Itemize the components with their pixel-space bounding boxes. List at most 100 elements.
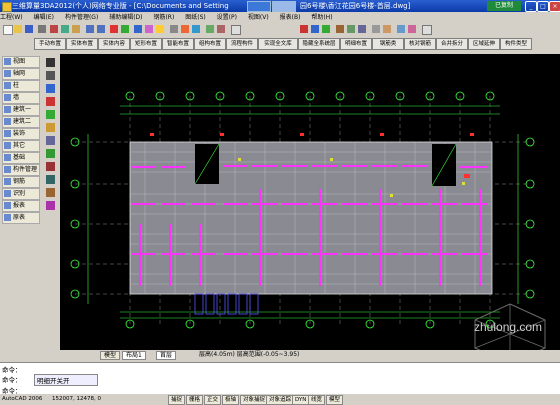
paste-icon[interactable]	[72, 25, 80, 33]
nav-item-foundation[interactable]: 基础	[2, 152, 40, 164]
slab-icon[interactable]	[383, 25, 391, 33]
full-library-button[interactable]: 实现全文库	[258, 38, 298, 50]
nav-item-column[interactable]: 柱	[2, 80, 40, 92]
snap-toggle[interactable]: 捕捉	[168, 395, 186, 405]
properties-icon[interactable]	[145, 25, 153, 33]
blue-marker-icon[interactable]	[311, 25, 319, 33]
menu-item-view[interactable]: 视图(V)	[248, 12, 269, 23]
column-icon[interactable]	[358, 25, 366, 33]
menu-item-drawing[interactable]: 图纸(S)	[185, 12, 206, 23]
nav-item-recognize[interactable]: 识别	[2, 188, 40, 200]
hatch-tool-icon[interactable]	[46, 175, 55, 184]
lineweight-toggle[interactable]: 线宽	[308, 395, 326, 405]
open-folder-icon[interactable]	[14, 25, 22, 33]
layer-dropdown-icon[interactable]	[422, 25, 432, 35]
pan-icon[interactable]	[121, 25, 129, 33]
maximize-icon[interactable]: □	[537, 1, 549, 12]
window-icon[interactable]	[397, 25, 405, 33]
component-type-button[interactable]: 构件类型	[500, 38, 532, 50]
circle-tool-icon[interactable]	[46, 110, 55, 119]
polyline-tool-icon[interactable]	[46, 71, 55, 80]
undo-icon[interactable]	[86, 25, 94, 33]
nav-item-decoration[interactable]: 装饰	[2, 128, 40, 140]
green-marker-icon[interactable]	[322, 25, 330, 33]
layer-icon[interactable]	[134, 25, 142, 33]
command-window[interactable]: 命令： 命令： 明细开关开 命令：	[0, 362, 560, 395]
drawing-canvas[interactable]: zhulong.com	[60, 54, 560, 350]
taskbar-thumb-2[interactable]	[272, 1, 296, 12]
report-icon[interactable]	[217, 25, 225, 33]
light-icon[interactable]	[156, 25, 164, 33]
nav-item-report[interactable]: 报表	[2, 200, 40, 212]
nav-item-source-table[interactable]: 原表	[2, 212, 40, 224]
smart-place-button[interactable]: 智能布置	[162, 38, 194, 50]
menu-item-edit[interactable]: 编辑(E)	[34, 12, 54, 23]
save-icon[interactable]	[25, 25, 33, 33]
polar-toggle[interactable]: 极轴	[222, 395, 240, 405]
new-file-icon[interactable]	[3, 25, 13, 35]
nav-item-other[interactable]: 其它	[2, 140, 40, 152]
check-icon[interactable]	[206, 25, 214, 33]
line-tool-icon[interactable]	[46, 58, 55, 67]
otrack-toggle[interactable]: 对象追踪	[266, 395, 295, 405]
door-icon[interactable]	[408, 25, 416, 33]
menu-item-rebar[interactable]: 钢筋(R)	[153, 12, 174, 23]
menu-item-component[interactable]: 构件管理(G)	[65, 12, 98, 23]
brick-icon[interactable]	[336, 25, 344, 33]
model-toggle[interactable]: 模型	[326, 395, 344, 405]
nav-item-component-manage[interactable]: 构件管理	[2, 164, 40, 176]
rect-place-button[interactable]: 矩形布置	[130, 38, 162, 50]
check-rebar-button[interactable]: 核对钢筋	[404, 38, 436, 50]
menu-item-help[interactable]: 帮助(H)	[311, 12, 332, 23]
nav-item-building-2[interactable]: 建筑二	[2, 116, 40, 128]
nav-item-rebar[interactable]: 钢筋	[2, 176, 40, 188]
taskbar-thumb-1[interactable]	[247, 1, 271, 12]
wall-icon[interactable]	[347, 25, 355, 33]
grid-icon[interactable]	[170, 25, 178, 33]
arc-tool-icon[interactable]	[46, 97, 55, 106]
point-tool-icon[interactable]	[46, 162, 55, 171]
print-icon[interactable]	[38, 25, 46, 33]
nav-item-building-1[interactable]: 建筑一	[2, 104, 40, 116]
dyn-toggle[interactable]: DYN	[292, 395, 310, 405]
manual-place-button[interactable]: 手动布置	[34, 38, 66, 50]
entity-place-button[interactable]: 实体布置	[66, 38, 98, 50]
hide-system-layer-button[interactable]: 隐藏全系统层	[298, 38, 340, 50]
menu-item-settings[interactable]: 设置(P)	[217, 12, 237, 23]
grid-toggle[interactable]: 栅格	[186, 395, 204, 405]
calc-icon[interactable]	[192, 25, 200, 33]
entity-content-button[interactable]: 实体内容	[98, 38, 130, 50]
rebar-icon[interactable]	[181, 25, 189, 33]
cut-icon[interactable]	[50, 25, 58, 33]
rectangle-tool-icon[interactable]	[46, 84, 55, 93]
redo-icon[interactable]	[97, 25, 105, 33]
region-tool-icon[interactable]	[46, 188, 55, 197]
close-icon[interactable]: ×	[549, 1, 560, 12]
ortho-toggle[interactable]: 正交	[204, 395, 222, 405]
beam-icon[interactable]	[372, 25, 380, 33]
flow-component-button[interactable]: 流程构件	[226, 38, 258, 50]
ellipse-tool-icon[interactable]	[46, 136, 55, 145]
menu-item-report[interactable]: 报表(B)	[280, 12, 301, 23]
osnap-toggle[interactable]: 对象捕捉	[240, 395, 269, 405]
floor-selector[interactable]: 首层	[156, 351, 177, 360]
minimize-icon[interactable]: _	[525, 1, 537, 12]
nav-item-wall[interactable]: 墙	[2, 92, 40, 104]
dropdown-icon[interactable]	[231, 25, 241, 35]
menu-item-aux-edit[interactable]: 辅助编辑(D)	[109, 12, 142, 23]
zoom-icon[interactable]	[110, 25, 118, 33]
rebar-class-button[interactable]: 钢筋类	[372, 38, 404, 50]
merge-split-button[interactable]: 合并拆分	[436, 38, 468, 50]
text-tool-icon[interactable]	[46, 201, 55, 210]
block-tool-icon[interactable]	[46, 149, 55, 158]
menu-item-project[interactable]: 工程(W)	[0, 12, 23, 23]
nav-item-axis[interactable]: 轴网	[2, 68, 40, 80]
group-place-button[interactable]: 组构布置	[194, 38, 226, 50]
tab-model[interactable]: 模型	[100, 351, 121, 360]
spline-tool-icon[interactable]	[46, 123, 55, 132]
region-extend-button[interactable]: 区域延伸	[468, 38, 500, 50]
tab-layout1[interactable]: 布局1	[122, 351, 146, 360]
detail-place-button[interactable]: 明细布置	[340, 38, 372, 50]
red-marker-icon[interactable]	[300, 25, 308, 33]
copy-icon[interactable]	[61, 25, 69, 33]
